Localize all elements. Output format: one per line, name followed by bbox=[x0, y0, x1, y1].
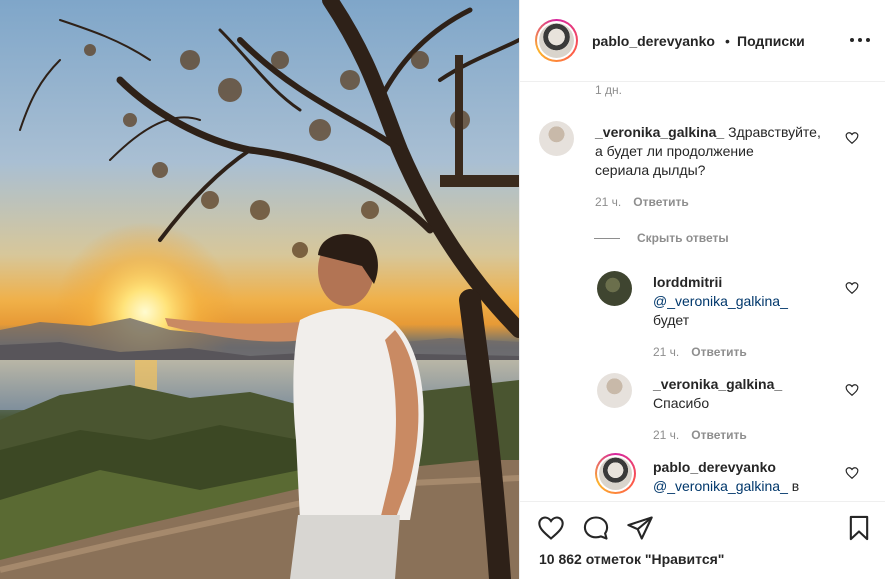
likes-count[interactable]: 10 862 отметок "Нравится" bbox=[539, 551, 724, 567]
author-avatar[interactable] bbox=[535, 19, 578, 62]
author-username[interactable]: pablo_derevyanko bbox=[592, 33, 715, 49]
reply-text: _veronika_galkina_ Спасибо bbox=[653, 376, 783, 411]
avatar[interactable] bbox=[595, 453, 636, 494]
heart-icon[interactable] bbox=[845, 383, 859, 397]
follow-status-button[interactable]: Подписки bbox=[737, 33, 805, 49]
top-timestamp: 1 дн. bbox=[595, 83, 622, 97]
avatar[interactable] bbox=[597, 271, 632, 306]
reply-meta: 21 ч. Ответить bbox=[653, 345, 747, 359]
post-header: pablo_derevyanko • Подписки bbox=[520, 0, 885, 82]
reply-text: pablo_derevyanko @_veronika_galkina_ в bbox=[653, 459, 800, 494]
reply-button[interactable]: Ответить bbox=[691, 345, 746, 359]
divider bbox=[594, 238, 620, 239]
comment-text: _veronika_galkina_ Здравствуйте, а будет… bbox=[595, 124, 821, 178]
comment-meta: 21 ч. Ответить bbox=[595, 195, 689, 209]
mention-link[interactable]: @_veronika_galkina_ bbox=[653, 478, 788, 494]
comments-list: 1 дн. _veronika_galkina_ Здравствуйте, а… bbox=[520, 83, 885, 501]
paper-plane-icon[interactable] bbox=[626, 514, 654, 542]
more-horizontal-icon[interactable] bbox=[850, 30, 870, 50]
reply-username[interactable]: pablo_derevyanko bbox=[653, 459, 776, 475]
separator-dot: • bbox=[725, 33, 730, 49]
comment-username[interactable]: _veronika_galkina_ bbox=[595, 124, 724, 140]
heart-icon[interactable] bbox=[845, 281, 859, 295]
avatar[interactable] bbox=[539, 121, 574, 156]
sunset-scene-illustration bbox=[0, 0, 519, 579]
mention-link[interactable]: @_veronika_galkina_ bbox=[653, 293, 788, 309]
post-side-panel: pablo_derevyanko • Подписки 1 дн. _veron… bbox=[519, 0, 885, 579]
heart-icon[interactable] bbox=[845, 466, 859, 480]
reply-username[interactable]: lorddmitrii bbox=[653, 274, 722, 290]
comment-bubble-icon[interactable] bbox=[582, 514, 610, 542]
reply-username[interactable]: _veronika_galkina_ bbox=[653, 376, 782, 392]
heart-icon[interactable] bbox=[845, 131, 859, 145]
reply-meta: 21 ч. Ответить bbox=[653, 428, 747, 442]
reply-button[interactable]: Ответить bbox=[691, 428, 746, 442]
bookmark-icon[interactable] bbox=[845, 514, 873, 542]
hide-replies-button[interactable]: Скрыть ответы bbox=[637, 231, 729, 245]
reply-text: lorddmitrii @_veronika_galkina_ будет bbox=[653, 274, 788, 328]
heart-icon[interactable] bbox=[537, 514, 565, 542]
post-actions: 10 862 отметок "Нравится" bbox=[520, 501, 885, 579]
post-photo[interactable] bbox=[0, 0, 519, 579]
reply-button[interactable]: Ответить bbox=[633, 195, 688, 209]
avatar[interactable] bbox=[597, 373, 632, 408]
